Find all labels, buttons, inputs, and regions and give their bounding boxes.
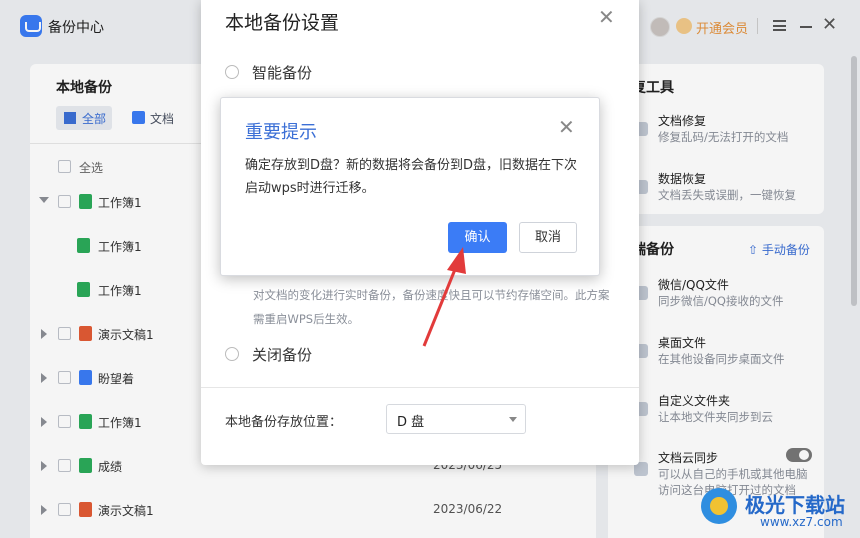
annotation-arrow [422,247,466,347]
arrow-shaft [422,261,460,347]
watermark-text: 极光下载站 [745,493,845,517]
arrow-head [447,247,466,274]
watermark-logo [701,488,737,524]
watermark-url: www.xz7.com [760,515,843,529]
